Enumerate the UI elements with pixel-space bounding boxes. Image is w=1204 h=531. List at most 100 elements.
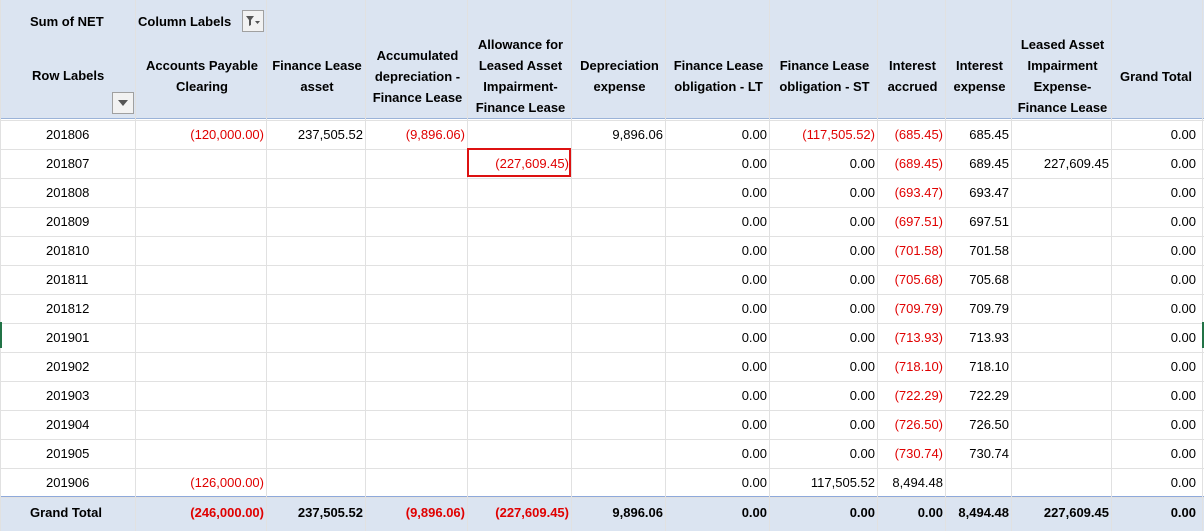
column-header[interactable]: Interest expense: [942, 34, 1017, 118]
table-cell[interactable]: 0.00: [666, 207, 767, 236]
table-cell[interactable]: 701.58: [946, 236, 1009, 265]
table-cell[interactable]: 0.00: [770, 439, 875, 468]
table-cell[interactable]: 0.00: [1112, 120, 1196, 149]
row-label[interactable]: 201810: [46, 236, 89, 265]
table-cell[interactable]: 693.47: [946, 178, 1009, 207]
column-labels-filter-button[interactable]: [242, 10, 264, 32]
table-cell[interactable]: 718.10: [946, 352, 1009, 381]
table-cell[interactable]: 0.00: [1112, 236, 1196, 265]
table-cell[interactable]: 0.00: [666, 439, 767, 468]
row-label[interactable]: 201808: [46, 178, 89, 207]
grand-total-cell[interactable]: 0.00: [666, 498, 767, 527]
column-header[interactable]: Leased Asset Impairment Expense- Finance Le…: [1008, 34, 1117, 118]
grand-total-cell[interactable]: 237,505.52: [267, 498, 363, 527]
table-cell[interactable]: 0.00: [770, 265, 875, 294]
table-cell[interactable]: 705.68: [946, 265, 1009, 294]
table-cell[interactable]: 0.00: [666, 178, 767, 207]
column-header[interactable]: Depreciation expense: [568, 34, 671, 118]
table-cell[interactable]: (701.58): [878, 236, 943, 265]
column-header[interactable]: Accumulated depreciation - Finance Lease: [362, 34, 473, 118]
table-cell[interactable]: 0.00: [1112, 207, 1196, 236]
table-cell[interactable]: (730.74): [878, 439, 943, 468]
table-cell[interactable]: 237,505.52: [267, 120, 363, 149]
grand-total-cell[interactable]: 0.00: [1112, 498, 1196, 527]
table-cell[interactable]: 0.00: [666, 381, 767, 410]
table-cell[interactable]: 0.00: [1112, 439, 1196, 468]
table-cell[interactable]: 0.00: [1112, 468, 1196, 497]
row-label[interactable]: 201806: [46, 120, 89, 149]
grand-total-cell[interactable]: 227,609.45: [1012, 498, 1109, 527]
table-cell[interactable]: (685.45): [878, 120, 943, 149]
table-cell[interactable]: (722.29): [878, 381, 943, 410]
table-cell[interactable]: 709.79: [946, 294, 1009, 323]
row-label[interactable]: 201807: [46, 149, 89, 178]
table-cell[interactable]: 0.00: [666, 265, 767, 294]
table-cell[interactable]: (689.45): [878, 149, 943, 178]
table-cell[interactable]: 0.00: [666, 236, 767, 265]
grand-total-label[interactable]: Grand Total: [30, 498, 102, 527]
table-cell[interactable]: 0.00: [1112, 410, 1196, 439]
table-cell[interactable]: 0.00: [666, 120, 767, 149]
table-cell[interactable]: 0.00: [1112, 149, 1196, 178]
table-cell[interactable]: 0.00: [770, 207, 875, 236]
table-cell[interactable]: 726.50: [946, 410, 1009, 439]
table-cell[interactable]: 0.00: [770, 236, 875, 265]
table-cell[interactable]: 0.00: [770, 381, 875, 410]
row-labels-dropdown-button[interactable]: [112, 92, 134, 114]
column-header[interactable]: Allowance for Leased Asset Impairment- Fina…: [464, 34, 577, 118]
table-cell[interactable]: (709.79): [878, 294, 943, 323]
row-label[interactable]: 201906: [46, 468, 89, 497]
table-cell[interactable]: 117,505.52: [770, 468, 875, 497]
table-cell[interactable]: (726.50): [878, 410, 943, 439]
highlighted-cell-box[interactable]: [467, 148, 571, 177]
table-cell[interactable]: 8,494.48: [878, 468, 943, 497]
row-label[interactable]: 201901: [46, 323, 89, 352]
table-cell[interactable]: (120,000.00): [136, 120, 264, 149]
table-cell[interactable]: 227,609.45: [1012, 149, 1109, 178]
table-cell[interactable]: 0.00: [1112, 265, 1196, 294]
grand-total-cell[interactable]: (227,609.45): [468, 498, 569, 527]
table-cell[interactable]: (117,505.52): [770, 120, 875, 149]
table-cell[interactable]: 689.45: [946, 149, 1009, 178]
row-label[interactable]: 201809: [46, 207, 89, 236]
table-cell[interactable]: 0.00: [770, 323, 875, 352]
grand-total-cell[interactable]: 9,896.06: [572, 498, 663, 527]
row-label[interactable]: 201905: [46, 439, 89, 468]
table-cell[interactable]: 0.00: [666, 294, 767, 323]
column-header[interactable]: Interest accrued: [874, 34, 951, 118]
table-cell[interactable]: 730.74: [946, 439, 1009, 468]
table-cell[interactable]: (126,000.00): [136, 468, 264, 497]
table-cell[interactable]: 0.00: [770, 294, 875, 323]
table-cell[interactable]: 0.00: [1112, 323, 1196, 352]
table-cell[interactable]: 697.51: [946, 207, 1009, 236]
table-cell[interactable]: 0.00: [666, 149, 767, 178]
table-cell[interactable]: 0.00: [1112, 381, 1196, 410]
row-label[interactable]: 201904: [46, 410, 89, 439]
table-cell[interactable]: (713.93): [878, 323, 943, 352]
table-cell[interactable]: 9,896.06: [572, 120, 663, 149]
table-cell[interactable]: 0.00: [770, 352, 875, 381]
column-header[interactable]: Grand Total: [1108, 34, 1204, 118]
table-cell[interactable]: 0.00: [1112, 352, 1196, 381]
column-header[interactable]: Finance Lease asset: [263, 34, 371, 118]
table-cell[interactable]: (697.51): [878, 207, 943, 236]
grand-total-cell[interactable]: 0.00: [770, 498, 875, 527]
table-cell[interactable]: (9,896.06): [366, 120, 465, 149]
table-cell[interactable]: 0.00: [666, 468, 767, 497]
grand-total-cell[interactable]: 0.00: [878, 498, 943, 527]
grand-total-cell[interactable]: 8,494.48: [946, 498, 1009, 527]
table-cell[interactable]: (693.47): [878, 178, 943, 207]
table-cell[interactable]: 0.00: [666, 410, 767, 439]
row-label[interactable]: 201903: [46, 381, 89, 410]
grand-total-cell[interactable]: (246,000.00): [136, 498, 264, 527]
table-cell[interactable]: 685.45: [946, 120, 1009, 149]
row-label[interactable]: 201902: [46, 352, 89, 381]
table-cell[interactable]: 0.00: [1112, 294, 1196, 323]
grand-total-cell[interactable]: (9,896.06): [366, 498, 465, 527]
column-header[interactable]: Finance Lease obligation - ST: [766, 34, 883, 118]
table-cell[interactable]: 0.00: [666, 323, 767, 352]
table-cell[interactable]: 0.00: [770, 149, 875, 178]
table-cell[interactable]: 0.00: [770, 410, 875, 439]
table-cell[interactable]: 0.00: [666, 352, 767, 381]
table-cell[interactable]: 0.00: [1112, 178, 1196, 207]
